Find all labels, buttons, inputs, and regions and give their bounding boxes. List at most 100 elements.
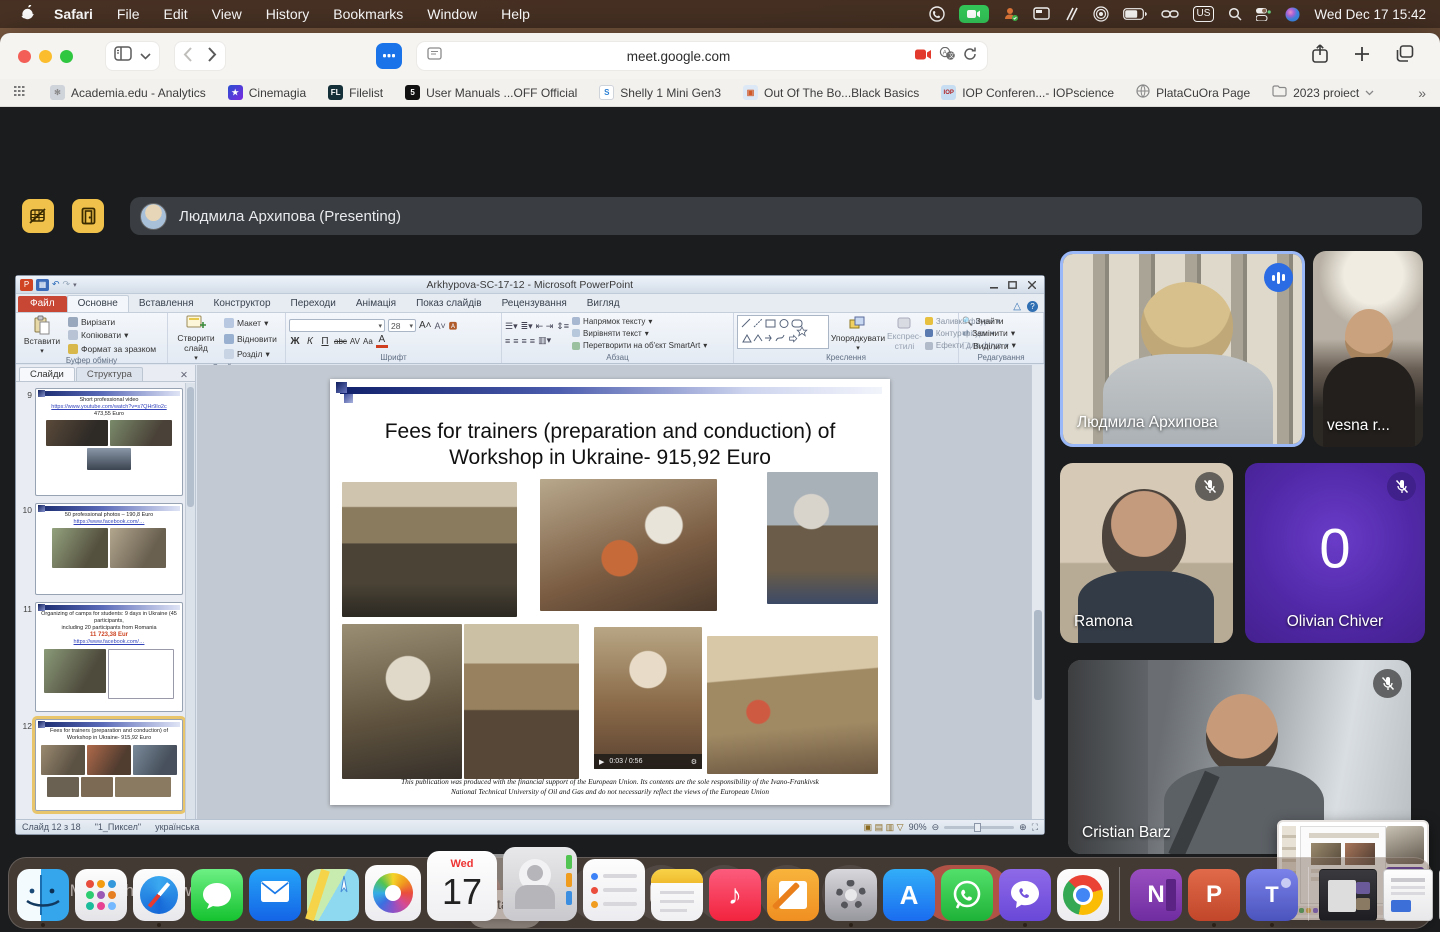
address-bar[interactable]: meet.google.com A文 <box>416 41 988 71</box>
underline-button[interactable]: П <box>319 336 331 347</box>
zoom-level[interactable]: 90% <box>909 822 927 832</box>
slide-thumbnail-10[interactable]: 10 50 professional photos – 190,8 Euro h… <box>20 503 183 595</box>
keyboard-layout-indicator[interactable]: US <box>1193 6 1215 22</box>
dock-onenote[interactable]: N <box>1130 869 1182 921</box>
layout-button[interactable]: Макет ▾ <box>224 318 277 329</box>
columns-icon[interactable]: ▥▾ <box>538 335 551 346</box>
numbering-icon[interactable]: ≣▾ <box>521 321 533 332</box>
shortcuts-status-icon[interactable] <box>1064 5 1079 23</box>
dock-messages[interactable] <box>191 869 243 921</box>
char-spacing-button[interactable]: AV <box>350 337 360 346</box>
menu-bookmarks[interactable]: Bookmarks <box>323 3 413 25</box>
reader-view-icon[interactable] <box>427 47 442 65</box>
justify-icon[interactable]: ≡ <box>530 336 535 346</box>
dock-teams[interactable]: T <box>1246 869 1298 921</box>
share-icon[interactable] <box>1312 44 1328 68</box>
zoom-out-icon[interactable]: ⊖ <box>932 822 940 833</box>
ppt-tab-review[interactable]: Рецензування <box>492 296 577 312</box>
menu-file[interactable]: File <box>107 3 150 25</box>
ppt-close-button[interactable] <box>1023 278 1040 291</box>
forward-button[interactable] <box>208 46 217 67</box>
dock-powerpoint[interactable]: P <box>1188 869 1240 921</box>
current-slide[interactable]: Fees for trainers (preparation and condu… <box>330 379 890 805</box>
ppt-tab-animations[interactable]: Анімація <box>346 296 406 312</box>
dock-calendar[interactable]: Wed17 <box>427 851 497 921</box>
font-color-button[interactable]: A <box>376 334 388 348</box>
menu-window[interactable]: Window <box>417 3 487 25</box>
language-indicator[interactable]: українська <box>155 822 199 832</box>
reset-button[interactable]: Відновити <box>224 334 277 344</box>
ppt-tab-design[interactable]: Конструктор <box>204 296 281 312</box>
ppt-tab-home[interactable]: Основне <box>67 295 129 312</box>
menu-edit[interactable]: Edit <box>153 3 197 25</box>
slide-thumbnail-11[interactable]: 11 Organizing of camps for students: 9 d… <box>20 602 183 712</box>
italic-button[interactable]: К <box>304 336 316 347</box>
line-spacing-icon[interactable]: ⇕≡ <box>556 321 569 332</box>
menu-history[interactable]: History <box>256 3 320 25</box>
bookmark-filelist[interactable]: FLFilelist <box>328 85 383 100</box>
shrink-font-icon[interactable]: A˅ <box>435 321 446 331</box>
clear-format-icon[interactable]: 🅰 <box>449 320 458 332</box>
window-close-button[interactable] <box>18 50 31 63</box>
text-direction-button[interactable]: Напрямок тексту ▾ <box>572 317 707 326</box>
align-right-icon[interactable]: ≡ <box>522 336 527 346</box>
meet-extension-icon[interactable] <box>376 43 402 69</box>
slide-scrollbar[interactable] <box>1031 365 1044 820</box>
reload-icon[interactable] <box>963 47 977 66</box>
window-minimize-button[interactable] <box>39 50 52 63</box>
ppt-tab-transitions[interactable]: Переходи <box>281 296 346 312</box>
dock-minimized-window-document[interactable] <box>1383 869 1433 921</box>
ppt-tab-view[interactable]: Вигляд <box>577 296 630 312</box>
fit-to-window-icon[interactable]: ⛶ <box>1032 822 1038 833</box>
dock-photos[interactable] <box>365 865 421 921</box>
dock-chrome[interactable] <box>1057 869 1109 921</box>
font-family-select[interactable]: ▾ <box>289 319 385 332</box>
translate-icon[interactable]: A文 <box>939 47 956 65</box>
bullets-icon[interactable]: ☰▾ <box>505 321 518 332</box>
back-button[interactable] <box>183 46 192 67</box>
teams-status-icon[interactable] <box>1003 5 1019 23</box>
ppt-tab-file[interactable]: Файл <box>18 296 67 312</box>
bookmark-shelly[interactable]: SShelly 1 Mini Gen3 <box>599 85 721 100</box>
camera-in-use-icon[interactable] <box>915 47 932 65</box>
save-icon[interactable]: ▦ <box>36 279 49 291</box>
align-left-icon[interactable]: ≡ <box>505 336 510 346</box>
tab-overview-icon[interactable] <box>1396 45 1414 67</box>
meet-effects-button[interactable] <box>22 199 54 233</box>
bookmark-cinemagia[interactable]: ★Cinemagia <box>228 85 306 100</box>
spotlight-search-icon[interactable] <box>1228 5 1242 23</box>
redo-icon[interactable]: ↷ <box>63 279 71 290</box>
shapes-gallery[interactable] <box>737 315 829 349</box>
participant-tile-ramona[interactable]: Ramona <box>1060 463 1233 643</box>
smartart-button[interactable]: Перетворити на об'єкт SmartArt ▾ <box>572 341 707 350</box>
paste-button[interactable]: Вставити▾ <box>19 315 65 355</box>
apple-menu-icon[interactable] <box>14 5 40 24</box>
dock-reminders[interactable] <box>583 859 645 921</box>
panel-tab-outline[interactable]: Структура <box>76 367 143 381</box>
video-controls[interactable]: ▶ 0:03 / 0:56 ⚙ <box>594 754 702 769</box>
dock-contacts[interactable] <box>503 847 577 921</box>
panel-scrollbar[interactable] <box>185 383 195 820</box>
sidebar-chevron-icon[interactable] <box>140 47 151 65</box>
display-status-icon[interactable] <box>1033 5 1050 23</box>
align-center-icon[interactable]: ≡ <box>513 336 518 346</box>
ppt-minimize-button[interactable] <box>985 278 1002 291</box>
dock-mail[interactable] <box>249 869 301 921</box>
ribbon-collapse-icon[interactable]: △ <box>1013 301 1021 312</box>
dock-settings[interactable] <box>825 869 877 921</box>
window-zoom-button[interactable] <box>60 50 73 63</box>
cut-button[interactable]: Вирізати <box>68 317 156 327</box>
dock-viber[interactable] <box>999 869 1051 921</box>
menu-view[interactable]: View <box>202 3 252 25</box>
view-buttons[interactable]: ▣ ▤ ▥ ▽ <box>864 822 904 833</box>
help-icon[interactable]: ? <box>1027 301 1038 312</box>
replace-button[interactable]: ⇄Замінити ▾ <box>962 328 1016 339</box>
dock-maps[interactable] <box>307 869 359 921</box>
panel-tab-slides[interactable]: Слайди <box>19 367 75 381</box>
ppt-tab-insert[interactable]: Вставлення <box>129 296 204 312</box>
presenter-banner[interactable]: Людмила Архипова (Presenting) <box>130 197 1422 235</box>
airplay-status-icon[interactable] <box>1093 5 1109 23</box>
siri-icon[interactable] <box>1285 5 1300 23</box>
battery-status-icon[interactable] <box>1123 5 1147 23</box>
dock-minimized-window-meet[interactable] <box>1319 869 1377 921</box>
